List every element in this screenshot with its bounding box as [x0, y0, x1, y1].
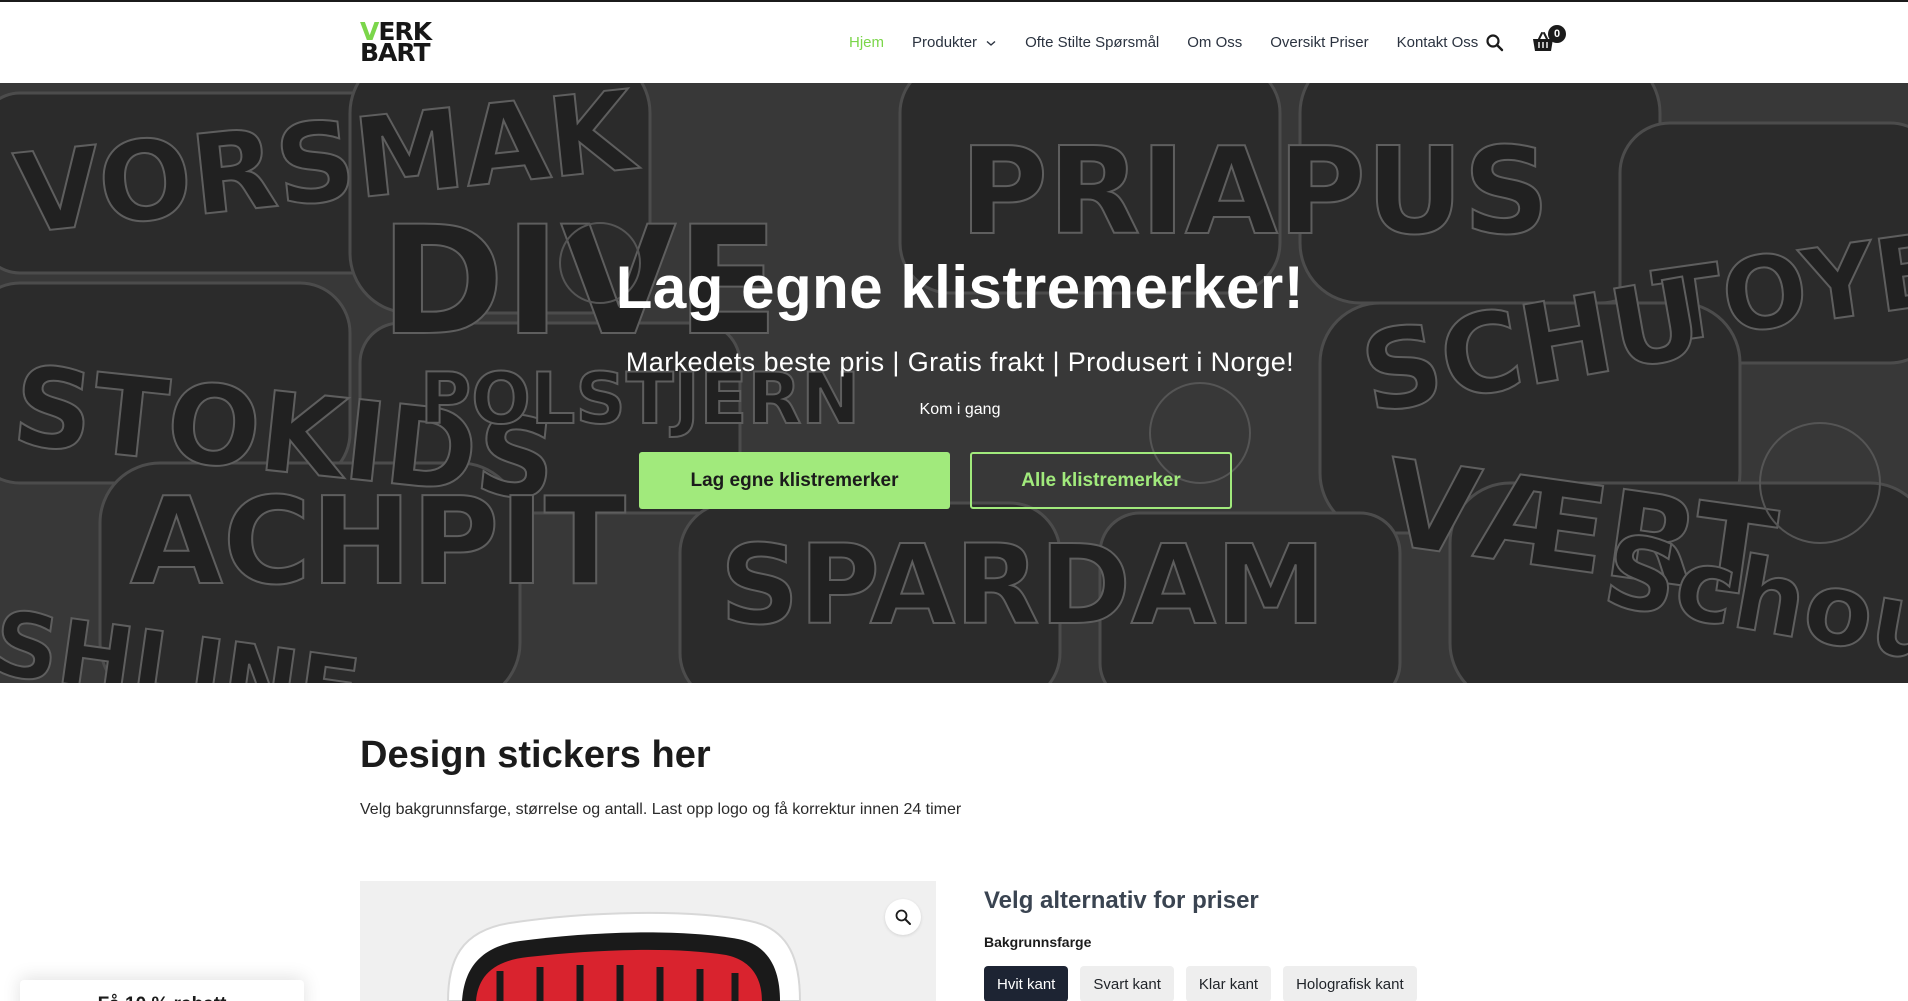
nav-item-hjem[interactable]: Hjem — [849, 34, 884, 51]
chevron-down-icon — [986, 40, 996, 46]
option-holografisk-kant[interactable]: Holografisk kant — [1283, 966, 1417, 1001]
site-header: VERK BART Hjem Produkter Ofte Stilte Spø… — [0, 2, 1908, 83]
nav-item-produkter[interactable]: Produkter — [912, 34, 997, 51]
nav-item-om-oss[interactable]: Om Oss — [1187, 34, 1242, 51]
section-description: Velg bakgrunnsfarge, størrelse og antall… — [360, 801, 962, 818]
background-color-label: Bakgrunnsfarge — [984, 934, 1092, 950]
nav-item-label: Produkter — [912, 34, 978, 51]
nav-item-kontakt[interactable]: Kontakt Oss — [1397, 34, 1479, 51]
zoom-button[interactable] — [885, 899, 921, 935]
create-stickers-button[interactable]: Lag egne klistremerker — [639, 452, 950, 509]
cart-count-badge: 0 — [1548, 25, 1566, 43]
product-image[interactable] — [360, 881, 936, 1001]
option-klar-kant[interactable]: Klar kant — [1185, 966, 1272, 1001]
hero-banner: VORSMAK DIVE PRIAPUS TOYBO STOKIDS SCHU … — [0, 83, 1908, 683]
nav-item-label: Om Oss — [1187, 34, 1243, 51]
option-hvit-kant[interactable]: Hvit kant — [984, 966, 1069, 1001]
nav-item-priser[interactable]: Oversikt Priser — [1270, 34, 1368, 51]
background-color-options: Hvit kant Svart kant Klar kant Holografi… — [984, 966, 1429, 1001]
zoom-icon — [895, 909, 911, 925]
nav-item-faq[interactable]: Ofte Stilte Spørsmål — [1025, 34, 1159, 51]
nav-item-label: Ofte Stilte Spørsmål — [1025, 34, 1160, 51]
logo-line-2: BART — [360, 38, 431, 67]
hero-subtitle: Markedets beste pris | Gratis frakt | Pr… — [625, 347, 1295, 377]
main-nav: Hjem Produkter Ofte Stilte Spørsmål Om O… — [849, 2, 1506, 83]
nav-item-label: Kontakt Oss — [1396, 34, 1479, 51]
options-title: Velg alternativ for priser — [984, 887, 1259, 914]
sticker-preview — [446, 911, 802, 1001]
nav-item-label: Hjem — [849, 34, 885, 51]
discount-popup[interactable]: Få 10 % rabatt — [20, 980, 304, 1001]
site-logo[interactable]: VERK BART — [360, 19, 482, 67]
hero-overlay — [0, 83, 1908, 683]
hero-get-started-text: Kom i gang — [919, 401, 1001, 418]
section-title: Design stickers her — [360, 734, 711, 776]
nav-item-label: Oversikt Priser — [1270, 34, 1369, 51]
option-svart-kant[interactable]: Svart kant — [1080, 966, 1174, 1001]
hero-title: Lag egne klistremerker! — [615, 254, 1305, 321]
search-icon[interactable] — [1484, 32, 1506, 54]
all-stickers-button[interactable]: Alle klistremerker — [970, 452, 1232, 509]
